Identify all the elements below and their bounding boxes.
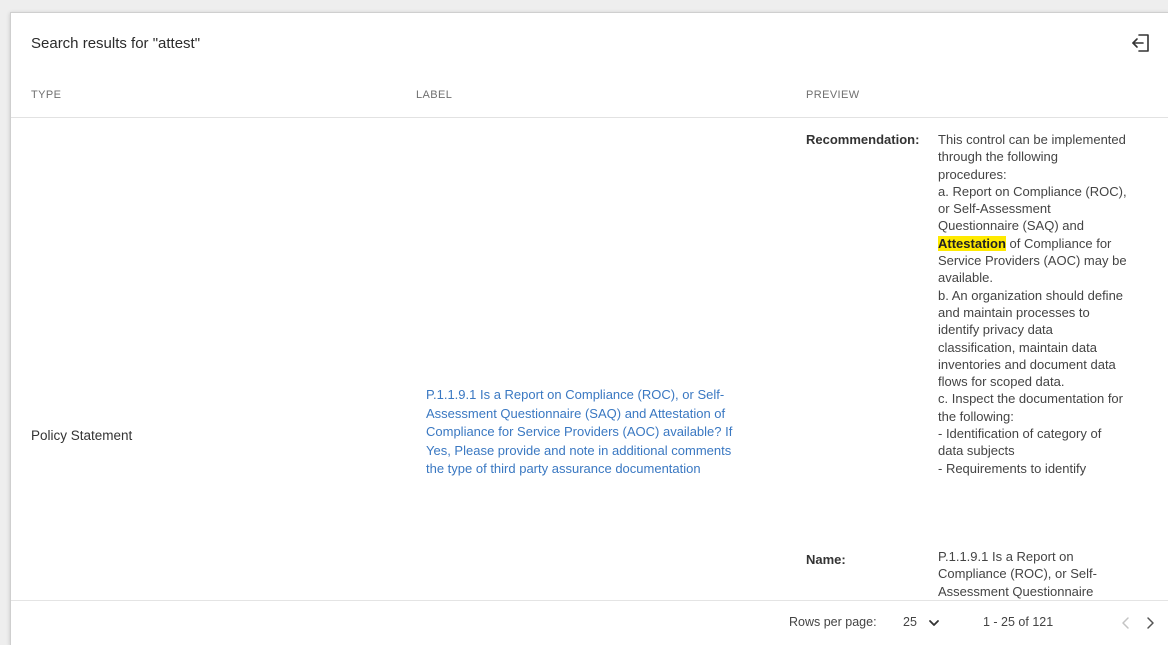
preview-line-rest: of Compliance for: [1005, 235, 1112, 251]
preview-line: and maintain processes to: [938, 304, 1090, 320]
preview-line: available.: [938, 270, 993, 286]
column-header-label[interactable]: LABEL: [416, 89, 452, 101]
rows-per-page-label: Rows per page:: [789, 615, 877, 629]
dialog-title: Search results for "attest": [31, 35, 201, 52]
preview-line: P.1.1.9.1 Is a Report on: [938, 549, 1074, 564]
row-label-line: Yes, Please provide and note in addition…: [426, 442, 732, 458]
rows-per-page-select[interactable]: 25: [903, 614, 953, 634]
preview-line: inventories and document data: [938, 356, 1116, 372]
pagination-footer: Rows per page: 25 1 - 25 of 121: [11, 600, 1168, 645]
preview-line: c. Inspect the documentation for: [938, 391, 1123, 407]
preview-recommendation-key: Recommendation:: [806, 132, 920, 147]
preview-line: the following:: [938, 408, 1014, 424]
preview-line: or Self-Assessment: [938, 201, 1051, 217]
preview-line: Compliance (ROC), or Self-: [938, 566, 1097, 582]
preview-line: - Requirements to identify: [938, 460, 1087, 476]
column-header-preview[interactable]: PREVIEW: [806, 89, 860, 101]
preview-line: This control can be implemented: [938, 132, 1126, 147]
chevron-down-icon: [927, 616, 941, 630]
column-header-type[interactable]: TYPE: [31, 89, 61, 101]
preview-name-key: Name:: [806, 552, 846, 567]
preview-highlight-line: Attestation of Compliance for: [938, 235, 1160, 252]
row-label-link[interactable]: P.1.1.9.1 Is a Report on Compliance (ROC…: [426, 386, 771, 479]
dialog-header: Search results for "attest": [11, 13, 1168, 77]
preview-line: Questionnaire (SAQ) and: [938, 218, 1084, 234]
preview-line: procedures:: [938, 166, 1007, 182]
preview-name-value: P.1.1.9.1 Is a Report on Compliance (ROC…: [938, 548, 1160, 600]
search-results-dialog: Search results for "attest" TYPE LABEL P…: [10, 12, 1168, 645]
preview-line: a. Report on Compliance (ROC),: [938, 183, 1127, 199]
rows-per-page-value: 25: [903, 615, 917, 629]
preview-recommendation-value: This control can be implemented through …: [938, 131, 1160, 477]
row-label-line: Assessment Questionnaire (SAQ) and Attes…: [426, 405, 726, 421]
row-label-line: P.1.1.9.1 Is a Report on Compliance (ROC…: [426, 387, 725, 402]
preview-line: through the following: [938, 149, 1058, 165]
preview-line: Service Providers (AOC) may be: [938, 253, 1127, 269]
row-type: Policy Statement: [31, 428, 133, 443]
preview-line: - Identification of category of: [938, 426, 1102, 442]
exit-icon[interactable]: [1129, 31, 1153, 55]
preview-line: flows for scoped data.: [938, 374, 1065, 390]
pagination-range: 1 - 25 of 121: [983, 615, 1054, 629]
column-headers: TYPE LABEL PREVIEW: [11, 77, 1168, 118]
preview-line: classification, maintain data: [938, 339, 1097, 355]
row-label-line: Compliance for Service Providers (AOC) a…: [426, 424, 733, 439]
preview-line: b. An organization should define: [938, 287, 1124, 303]
preview-line: data subjects: [938, 443, 1015, 459]
table-row[interactable]: Policy Statement P.1.1.9.1 Is a Report o…: [11, 118, 1168, 600]
chevron-right-icon[interactable]: [1140, 613, 1160, 633]
row-label-line: the type of third party assurance docume…: [426, 461, 701, 476]
chevron-left-icon[interactable]: [1116, 613, 1136, 633]
preview-line: identify privacy data: [938, 322, 1053, 338]
search-highlight: Attestation: [938, 235, 1006, 251]
preview-line: Assessment Questionnaire: [938, 583, 1094, 599]
